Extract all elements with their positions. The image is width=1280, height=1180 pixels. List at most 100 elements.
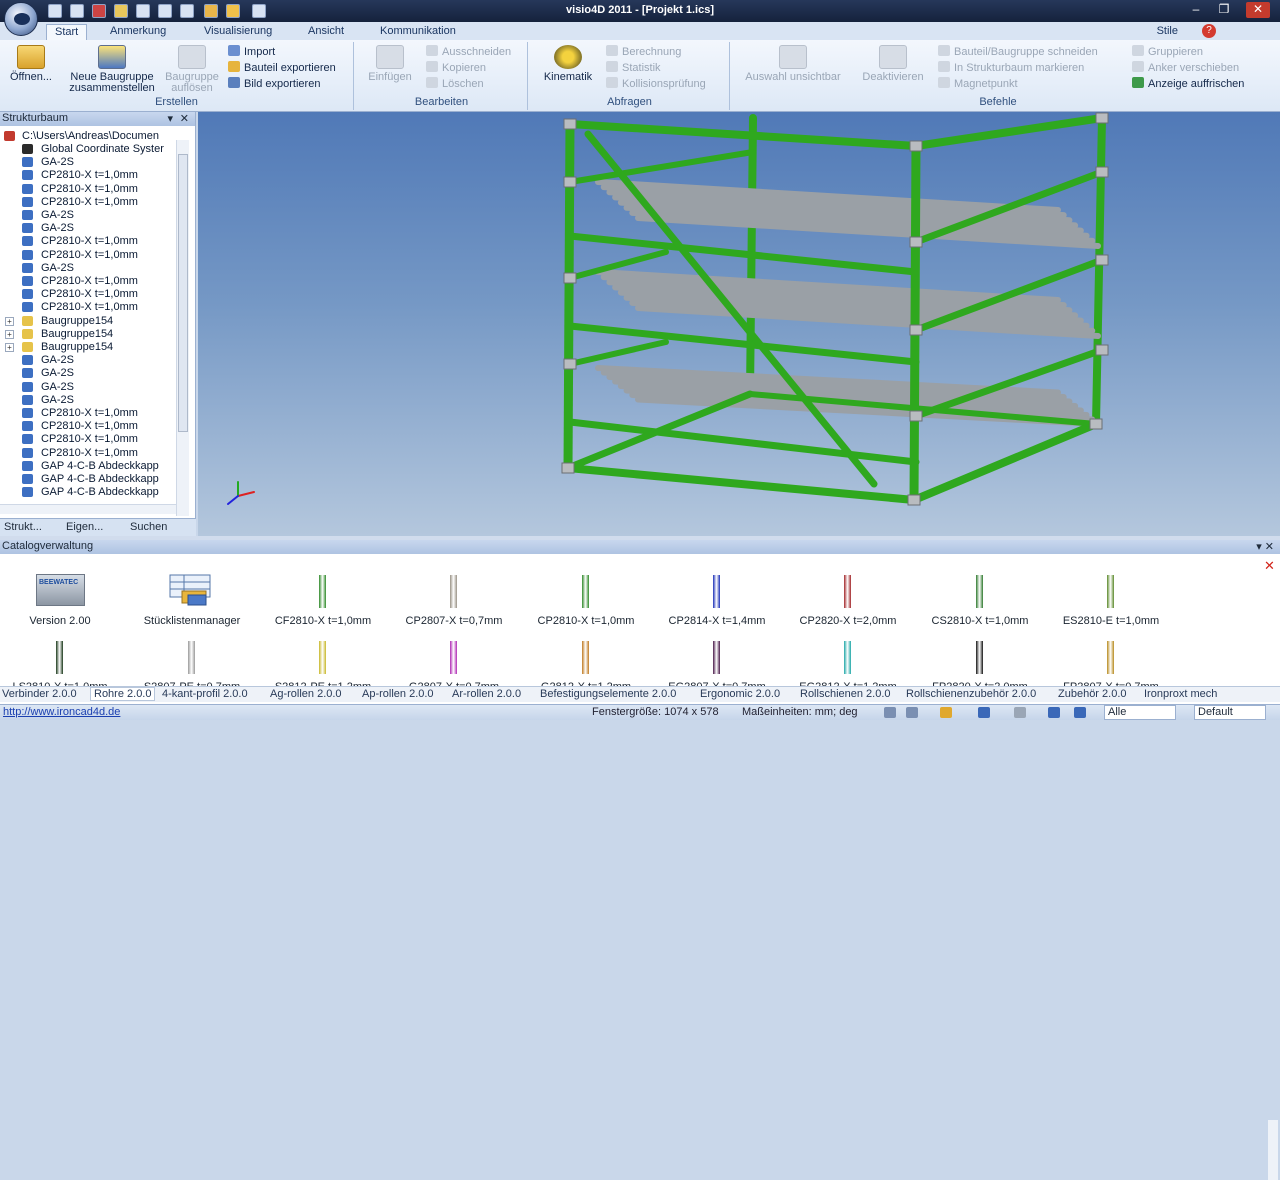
connector-joint[interactable]	[909, 410, 923, 422]
catalog-tab[interactable]: Ap-rollen 2.0.0	[362, 688, 434, 700]
copy-button[interactable]: Kopieren	[426, 61, 486, 75]
axis-triad[interactable]	[237, 491, 255, 497]
frame-tube[interactable]	[566, 120, 920, 150]
close-icon[interactable]: ✕	[1246, 2, 1270, 18]
connector-joint[interactable]	[909, 324, 923, 336]
tab-start[interactable]: Start	[46, 24, 88, 40]
expand-icon[interactable]: +	[5, 316, 14, 326]
zoom-icon[interactable]	[884, 707, 896, 718]
connector-joint[interactable]	[563, 272, 577, 284]
connector-joint[interactable]	[561, 462, 575, 474]
import-button[interactable]: Import	[228, 45, 275, 59]
connector-joint[interactable]	[1095, 254, 1109, 266]
catalog-tab[interactable]: Ag-rollen 2.0.0	[270, 688, 342, 700]
open-button[interactable]: Öffnen...	[6, 45, 56, 83]
catalog-tab[interactable]: Zubehör 2.0.0	[1058, 688, 1127, 700]
stile-menu[interactable]: Stile	[1157, 25, 1178, 37]
connector-joint[interactable]	[563, 176, 577, 188]
camera-icon[interactable]	[1048, 707, 1060, 718]
connector-joint[interactable]	[1095, 166, 1109, 178]
connector-joint[interactable]	[1089, 418, 1103, 430]
delete-button[interactable]: Löschen	[426, 77, 484, 91]
export-image-button[interactable]: Bild exportieren	[228, 77, 320, 91]
refresh-view-button[interactable]: Anzeige auffrischen	[1132, 77, 1244, 91]
mark-in-tree-button[interactable]: In Strukturbaum markieren	[938, 61, 1084, 75]
cut-button[interactable]: Ausschneiden	[426, 45, 511, 59]
catalog-tab[interactable]: 4-kant-profil 2.0.0	[162, 688, 248, 700]
tab-kommunikation[interactable]: Kommunikation	[372, 24, 464, 40]
frame-tube[interactable]	[564, 390, 754, 472]
filter-select[interactable]: Alle	[1104, 705, 1176, 720]
calculation-button[interactable]: Berechnung	[606, 45, 681, 59]
connector-joint[interactable]	[1095, 344, 1109, 356]
collision-check-button[interactable]: Kollisionsprüfung	[606, 77, 706, 91]
catalog-pin-icon[interactable]: ▾ ✕	[1256, 540, 1274, 553]
move-anchor-button[interactable]: Anker verschieben	[1132, 61, 1239, 75]
catalog-tab[interactable]: Befestigungselemente 2.0.0	[540, 688, 676, 700]
catalog-tab[interactable]: Ergonomic 2.0.0	[700, 688, 780, 700]
export-part-button[interactable]: Bauteil exportieren	[228, 61, 336, 75]
render-icon[interactable]	[940, 707, 952, 718]
dissolve-assembly-button[interactable]: Baugruppe auflösen	[160, 45, 224, 94]
grid-icon[interactable]	[1014, 707, 1026, 718]
mode-select[interactable]: Default	[1194, 705, 1266, 720]
group-title-erstellen: Erstellen	[155, 96, 198, 108]
frame-tube[interactable]	[912, 114, 1106, 150]
connector-joint[interactable]	[909, 140, 923, 152]
tab-properties[interactable]: Eigen...	[66, 521, 103, 533]
tab-search[interactable]: Suchen	[130, 521, 167, 533]
catalog-tab[interactable]: Rollschienen 2.0.0	[800, 688, 891, 700]
search-icon[interactable]	[906, 707, 918, 718]
maximize-icon[interactable]: ❐	[1212, 2, 1236, 18]
catalog-close-icon[interactable]: ✕	[1264, 559, 1276, 572]
connector-joint[interactable]	[563, 358, 577, 370]
kinematics-button[interactable]: Kinematik	[538, 45, 598, 83]
tree-horizontal-scrollbar[interactable]	[0, 504, 176, 514]
hide-selection-button[interactable]: Auswahl unsichtbar	[738, 45, 848, 83]
expand-icon[interactable]: +	[5, 329, 14, 339]
expand-icon[interactable]: +	[5, 343, 14, 352]
pin-icon[interactable]: ▾	[167, 112, 173, 125]
tree-close-icon[interactable]: ✕	[180, 112, 189, 125]
frame-tube[interactable]	[566, 322, 920, 366]
tab-structure[interactable]: Strukt...	[4, 521, 42, 533]
connector-joint[interactable]	[909, 236, 923, 248]
tab-visualisierung[interactable]: Visualisierung	[196, 24, 280, 40]
frame-tube[interactable]	[563, 119, 575, 473]
group-button[interactable]: Gruppieren	[1132, 45, 1203, 59]
magnet-point-button[interactable]: Magnetpunkt	[938, 77, 1018, 91]
cut-part-button[interactable]: Bauteil/Baugruppe schneiden	[938, 45, 1098, 59]
frame-tube[interactable]	[567, 339, 669, 367]
layout-icon[interactable]	[1074, 707, 1086, 718]
minimize-icon[interactable]: –	[1184, 2, 1208, 18]
catalog-tab[interactable]: Rollschienenzubehör 2.0.0	[906, 688, 1036, 700]
catalog-tab[interactable]: Verbinder 2.0.0	[2, 688, 77, 700]
catalog-tab[interactable]: Rohre 2.0.0	[90, 687, 156, 701]
axis-triad[interactable]	[227, 495, 239, 505]
frame-tube[interactable]	[1092, 114, 1106, 428]
website-link[interactable]: http://www.ironcad4d.de	[3, 706, 120, 718]
frame-tube[interactable]	[910, 420, 1100, 504]
tab-anmerkung[interactable]: Anmerkung	[102, 24, 174, 40]
catalog-tab[interactable]: Ar-rollen 2.0.0	[452, 688, 521, 700]
statistics-button[interactable]: Statistik	[606, 61, 661, 75]
catalog-tab[interactable]: Ironproxt mech	[1144, 688, 1217, 700]
tree-vertical-scrollbar[interactable]	[176, 140, 189, 516]
3d-viewport[interactable]	[198, 112, 1280, 536]
scroll-thumb[interactable]	[178, 154, 188, 432]
view-icon[interactable]	[978, 707, 990, 718]
paste-button[interactable]: Einfügen	[362, 45, 418, 83]
tab-ansicht[interactable]: Ansicht	[300, 24, 352, 40]
catalog-scrollbar[interactable]	[1268, 1120, 1278, 1180]
frame-tube[interactable]	[566, 418, 920, 466]
connector-joint[interactable]	[907, 494, 921, 506]
frame-tube[interactable]	[909, 141, 921, 505]
new-assembly-button[interactable]: Neue Baugruppe zusammenstellen	[64, 45, 160, 94]
rack-model[interactable]	[198, 112, 1280, 536]
frame-tube[interactable]	[567, 149, 756, 185]
application-menu-button[interactable]	[4, 2, 38, 36]
deactivate-button[interactable]: Deaktivieren	[856, 45, 930, 83]
connector-joint[interactable]	[563, 118, 577, 130]
connector-joint[interactable]	[1095, 112, 1109, 124]
help-icon[interactable]: ?	[1202, 24, 1216, 38]
